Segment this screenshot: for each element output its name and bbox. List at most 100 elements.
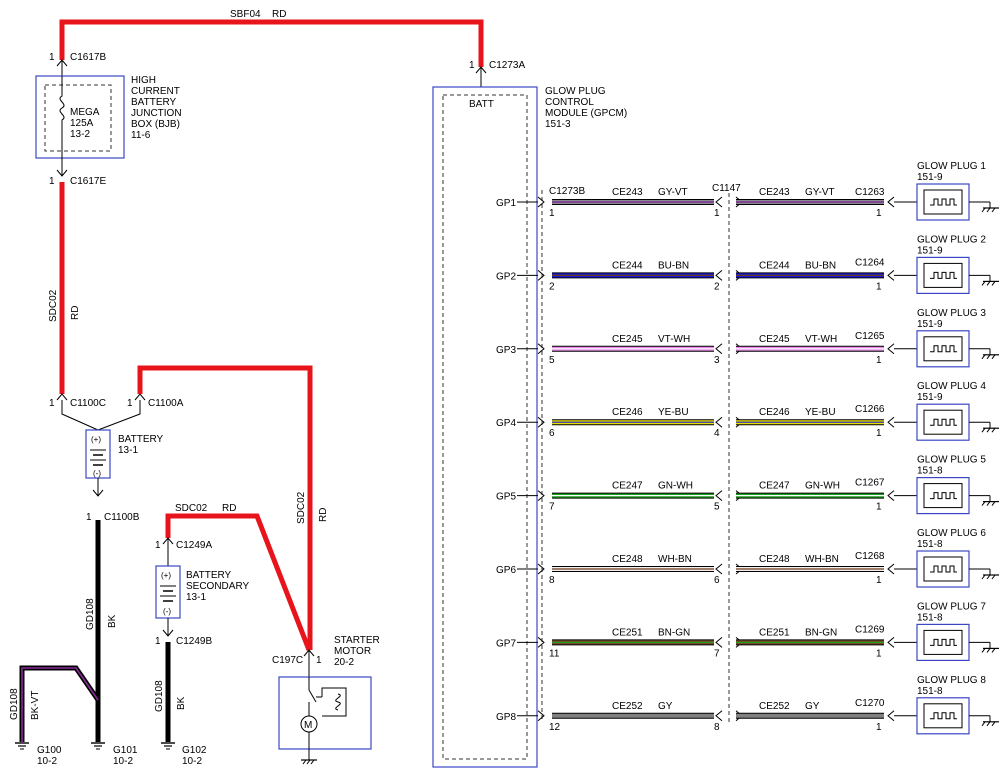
wire-sdc02-starter-color: RD	[318, 508, 329, 522]
wire-gd108-circuit: GD108	[85, 598, 96, 630]
channel-5-heater-icon	[930, 492, 957, 500]
channel-6-pin-left: 8	[549, 575, 555, 586]
svg-text:(+): (+)	[161, 571, 171, 580]
channel-2-plug-box	[916, 256, 970, 294]
channel-6-plug-inner	[923, 556, 963, 582]
ground-g102-label: G102	[182, 745, 207, 756]
channel-2-connector-left-icon	[537, 270, 545, 281]
battery-icon: (+) (-)	[90, 435, 106, 478]
channel-6-heater-icon	[930, 565, 957, 573]
channel-7-connector-left-icon	[537, 637, 545, 648]
connector-c1147-label: C1147	[712, 183, 741, 194]
ground-g101-label: G101	[113, 745, 138, 756]
channel-6-chassis-ground-icon	[981, 569, 999, 580]
channel-8-heater-icon	[930, 712, 957, 720]
connector-c1273a-label: C1273A	[489, 60, 525, 71]
channel-6-connector-label: C1268	[855, 551, 885, 562]
channel-4-circuit-left: CE246	[612, 407, 643, 418]
battery-secondary-icon: (+) (-)	[160, 571, 176, 616]
connector-c1100c-label: C1100C	[70, 398, 106, 409]
connector-c1273b-label: C1273B	[549, 186, 585, 197]
channel-1-plug-title: GLOW PLUG 1	[917, 161, 986, 172]
fuse-rating: 125A	[70, 118, 94, 129]
wire-sbf04-color: RD	[272, 9, 286, 20]
channel-1-circuit-left: CE243	[612, 187, 643, 198]
channel-8-color-right: GY	[805, 701, 820, 712]
connector-c197c-label: C197C	[272, 655, 303, 666]
channel-1-pin-right: 1	[876, 208, 882, 219]
channel-5-plug-title: GLOW PLUG 5	[917, 455, 986, 466]
channel-7-connector-label: C1269	[855, 624, 885, 635]
channel-3-plug-ref: 151-9	[917, 319, 943, 330]
channel-4-plug-title: GLOW PLUG 4	[917, 381, 986, 392]
starter-motor-icon: M	[300, 677, 347, 765]
channel-6-circuit-right: CE248	[759, 554, 790, 565]
channel-3-chassis-ground-icon	[981, 348, 999, 360]
svg-text:BOX (BJB): BOX (BJB)	[131, 119, 180, 130]
channel-7-pin-mid: 7	[714, 648, 720, 659]
channel-5-plug-inner	[923, 483, 963, 509]
connector-c1617e-label: C1617E	[70, 176, 106, 187]
channel-7-pin-left: 11	[549, 648, 560, 659]
channel-7-circuit-right: CE251	[759, 627, 790, 638]
channel-2-color-right: BU-BN	[805, 260, 836, 271]
channel-6-color-right: WH-BN	[805, 554, 839, 565]
channel-8-circuit-left: CE252	[612, 701, 643, 712]
channel-7-gp-label: GP7	[496, 638, 516, 649]
channel-7-heater-icon	[930, 638, 957, 646]
channel-5-connector-right-icon	[887, 490, 895, 501]
glow-plug-channels: GP1 1 CE243 GY-VT 1 CE243 GY-VT C1263 1 GLOW PLUG…	[496, 161, 999, 735]
svg-text:CURRENT: CURRENT	[131, 86, 180, 97]
svg-text:M: M	[304, 720, 312, 731]
channel-2-pin-mid: 2	[714, 281, 720, 292]
channel-7-circuit-left: CE251	[612, 627, 643, 638]
channel-6-plug-box	[916, 550, 970, 588]
channel-2-color-left: BU-BN	[658, 260, 689, 271]
channel-1-connector-right-icon	[887, 196, 895, 208]
channel-6-connector-mid-left-icon	[715, 563, 723, 575]
channel-1-plug-ref: 151-9	[917, 172, 943, 183]
svg-text:151-3: 151-3	[545, 119, 571, 130]
channel-2-chassis-ground-icon	[981, 275, 999, 286]
connector-c1249a-label: C1249A	[176, 540, 212, 551]
channel-2-connector-mid-left-icon	[715, 270, 723, 281]
channel-2-circuit-left: CE244	[612, 260, 643, 271]
svg-text:10-2: 10-2	[182, 756, 202, 767]
ground-g102-icon	[161, 742, 175, 750]
svg-text:10-2: 10-2	[37, 756, 57, 767]
wire-gd108-bkvt-circuit: GD108	[9, 688, 20, 720]
channel-7-color-left: BN-GN	[658, 627, 690, 638]
channel-2-heater-icon	[930, 271, 957, 279]
channel-2-connector-label: C1264	[855, 257, 885, 268]
battery-secondary-title: BATTERY	[186, 570, 232, 581]
svg-text:1: 1	[86, 512, 92, 523]
svg-text:13-1: 13-1	[186, 592, 206, 603]
bjb-title: HIGH CURRENT BATTERY JUNCTION BOX (BJB) …	[131, 75, 182, 141]
channel-6-connector-left-icon	[537, 563, 545, 575]
channel-4-plug-inner	[923, 409, 963, 435]
channel-6-gp-label: GP6	[496, 565, 516, 576]
channel-3-circuit-right: CE245	[759, 334, 790, 345]
wire-gd108-mid-circuit: GD108	[154, 680, 165, 712]
channel-3-pin-right: 1	[876, 355, 882, 366]
channel-8-pin-left: 12	[549, 722, 561, 733]
svg-text:20-2: 20-2	[334, 657, 354, 668]
gpcm-title: GLOW PLUG CONTROL MODULE (GPCM) 151-3	[545, 86, 627, 130]
channel-6-pin-right: 1	[876, 575, 882, 586]
channel-1-color-right: GY-VT	[805, 187, 835, 198]
channel-4-pin-right: 1	[876, 428, 882, 439]
wire-sdc02-secondary-circuit: SDC02	[175, 503, 208, 514]
gpcm-batt-label: BATT	[469, 99, 494, 110]
svg-text:CONTROL: CONTROL	[545, 97, 594, 108]
connector-c1100a-label: C1100A	[148, 398, 184, 409]
wire-gd108-bkvt-color: BK-VT	[30, 691, 41, 720]
channel-4-pin-left: 6	[549, 428, 555, 439]
channel-5: GP5 7 CE247 GN-WH 5 CE247 GN-WH C1267 1 GLOW PLUG…	[496, 455, 999, 515]
channel-3-pin-mid: 3	[714, 355, 720, 366]
channel-2-plug-inner	[923, 262, 963, 288]
channel-5-color-right: GN-WH	[805, 481, 840, 492]
channel-5-pin-left: 7	[549, 502, 555, 513]
channel-1-plug-box	[916, 183, 970, 221]
channel-3-heater-icon	[930, 345, 957, 353]
wire-gd108-color: BK	[107, 614, 118, 628]
